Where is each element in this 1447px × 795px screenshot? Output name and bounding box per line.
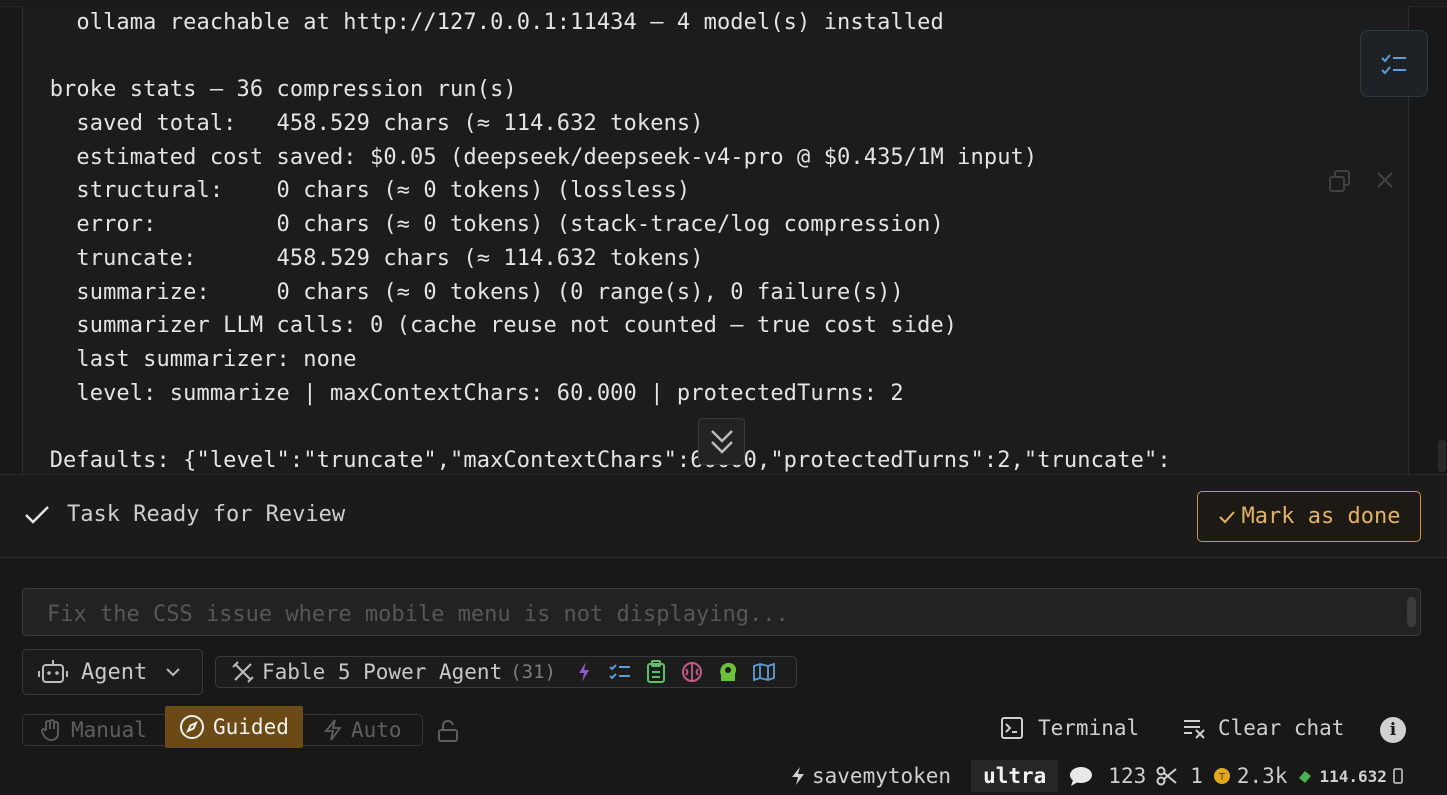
brain-icon [678, 661, 706, 683]
checklist-icon [606, 662, 634, 682]
mark-as-done-button[interactable]: Mark as done [1197, 491, 1421, 542]
task-status-bar: Task Ready for Review Mark as done [0, 474, 1447, 558]
chat-input[interactable] [45, 595, 1369, 633]
robot-icon [38, 660, 68, 683]
output-line: level: summarize | maxContextChars: 60.0… [23, 381, 904, 406]
lightning-icon [792, 767, 804, 785]
agent-mode-label: Agent [81, 659, 148, 685]
info-icon[interactable]: i [1380, 717, 1406, 743]
extension-status[interactable]: savemytoken [790, 764, 951, 788]
terminal-button[interactable]: Terminal [1000, 716, 1139, 740]
output-line: Defaults: {"level":"truncate","maxContex… [23, 448, 1171, 473]
chevron-down-icon [166, 668, 180, 677]
terminal-icon [1001, 717, 1023, 739]
task-status-label: Task Ready for Review [67, 502, 346, 527]
status-bar: savemytoken ultra 123 1 T 2.3k 114.632 [790, 758, 1403, 794]
phone-icon [1393, 768, 1403, 784]
input-scrollbar[interactable] [1407, 597, 1416, 627]
head-gear-icon [714, 661, 742, 683]
saved-tokens: 114.632 [1297, 766, 1403, 786]
clear-chat-label: Clear chat [1218, 716, 1345, 740]
clear-list-icon [1184, 720, 1205, 739]
lightning-icon [570, 661, 598, 683]
output-line: summarizer LLM calls: 0 (cache reuse not… [23, 313, 958, 338]
output-line: ollama reachable at http://127.0.0.1:114… [23, 10, 944, 35]
money-icon [1299, 771, 1312, 783]
output-line: saved total: 458.529 chars (≈ 114.632 to… [23, 111, 704, 136]
mode-auto-button[interactable]: Auto [323, 715, 402, 745]
token-count: T 2.3k [1213, 764, 1288, 788]
check-icon [1218, 510, 1235, 523]
close-icon[interactable] [1373, 168, 1397, 192]
tools-icon [232, 661, 254, 683]
chat-bubble-icon [1070, 767, 1093, 786]
tool-count: (31) [510, 661, 556, 683]
saved-tokens-value: 114.632 [1319, 766, 1387, 786]
mode-auto-label: Auto [351, 718, 402, 742]
agent-profile-chip[interactable]: Fable 5 Power Agent (31) [215, 656, 797, 688]
lightning-icon [324, 719, 342, 741]
compression-level-badge[interactable]: ultra [971, 760, 1059, 792]
extension-name: savemytoken [812, 764, 952, 788]
output-line: truncate: 458.529 chars (≈ 114.632 token… [23, 246, 704, 271]
cut-count: 1 [1156, 764, 1203, 788]
scrollbar-thumb[interactable] [1438, 440, 1446, 472]
mode-manual-label: Manual [71, 718, 147, 742]
check-icon [25, 506, 49, 524]
mark-as-done-label: Mark as done [1241, 504, 1401, 529]
output-line: summarize: 0 chars (≈ 0 tokens) (0 range… [23, 280, 904, 305]
copy-icon[interactable] [1327, 168, 1353, 194]
message-count: 123 [1068, 764, 1146, 788]
output-line: estimated cost saved: $0.05 (deepseek/de… [23, 145, 1038, 170]
checklist-icon [1381, 53, 1406, 74]
chevrons-down-icon [710, 429, 733, 454]
coin-icon: T [1213, 768, 1230, 784]
agent-name: Fable 5 Power Agent [262, 660, 503, 684]
hand-icon [41, 719, 59, 741]
output-line: broke stats — 36 compression run(s) [23, 77, 517, 102]
unlock-icon[interactable] [437, 719, 459, 743]
clear-chat-button[interactable]: Clear chat [1182, 716, 1344, 740]
agent-mode-select[interactable]: Agent [22, 649, 203, 695]
chat-input-container [22, 588, 1421, 636]
terminal-label: Terminal [1038, 716, 1140, 740]
execution-mode-toggle: Manual Guided Auto [22, 706, 423, 748]
output-panel: ollama reachable at http://127.0.0.1:114… [22, 6, 1409, 474]
cut-count-value: 1 [1190, 764, 1203, 788]
map-icon [750, 662, 778, 682]
output-line: structural: 0 chars (≈ 0 tokens) (lossle… [23, 178, 691, 203]
output-line: error: 0 chars (≈ 0 tokens) (stack-trace… [23, 212, 944, 237]
svg-text:T: T [1218, 772, 1226, 783]
clipboard-icon [642, 660, 670, 684]
message-count-value: 123 [1108, 764, 1147, 788]
mode-guided-button[interactable]: Guided [165, 706, 303, 748]
scissors-icon [1156, 766, 1177, 786]
checklist-button[interactable] [1360, 30, 1428, 97]
mode-manual-button[interactable]: Manual [39, 715, 147, 745]
output-line: last summarizer: none [23, 347, 357, 372]
compass-icon [180, 715, 204, 739]
mode-guided-label: Guided [213, 715, 289, 739]
token-count-value: 2.3k [1236, 764, 1288, 788]
scroll-to-bottom-button[interactable] [698, 418, 745, 465]
